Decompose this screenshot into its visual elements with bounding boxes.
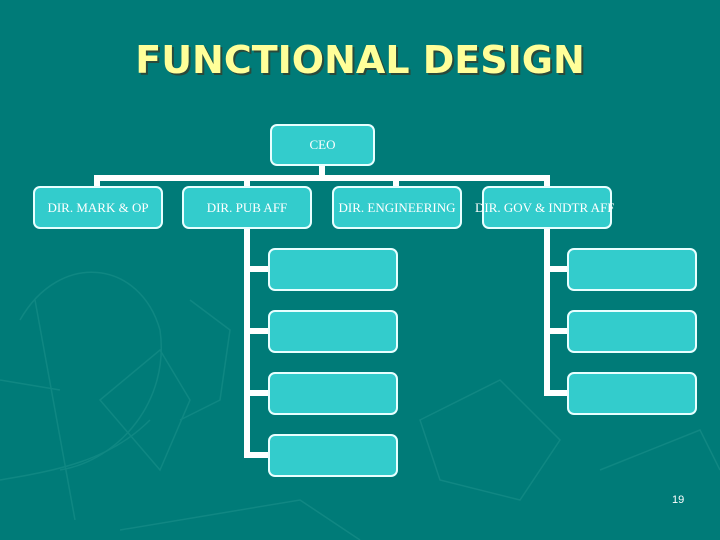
director-label: DIR. GOV & INDTR AFF — [475, 199, 615, 215]
connector-pub-aff-child-3 — [244, 390, 270, 396]
director-box-pub-aff[interactable]: DIR. PUB AFF — [182, 186, 312, 229]
connector-pub-aff-child-1 — [244, 266, 270, 272]
director-box-engineering[interactable]: DIR. ENGINEERING — [332, 186, 462, 229]
ceo-box[interactable]: CEO — [270, 124, 375, 166]
connector-horizontal — [94, 175, 550, 181]
director-box-mark-op[interactable]: DIR. MARK & OP — [33, 186, 163, 229]
gov-indtr-child-box-1[interactable] — [567, 248, 697, 291]
gov-indtr-child-box-2[interactable] — [567, 310, 697, 353]
director-label: DIR. MARK & OP — [47, 199, 149, 215]
connector-pub-aff-child-2 — [244, 328, 270, 334]
connector-pub-aff-spine — [244, 228, 250, 458]
director-label: DIR. PUB AFF — [206, 199, 288, 215]
slide-title: FUNCTIONAL DESIGN — [135, 38, 585, 82]
director-label: DIR. ENGINEERING — [338, 199, 456, 215]
pub-aff-child-box-1[interactable] — [268, 248, 398, 291]
pub-aff-child-box-3[interactable] — [268, 372, 398, 415]
page-number: 19 — [672, 494, 685, 506]
ceo-label: CEO — [309, 137, 336, 152]
pub-aff-child-box-4[interactable] — [268, 434, 398, 477]
pub-aff-child-box-2[interactable] — [268, 310, 398, 353]
connector-pub-aff-child-4 — [244, 452, 270, 458]
connector-gov-indtr-spine — [544, 228, 550, 396]
gov-indtr-child-box-3[interactable] — [567, 372, 697, 415]
director-box-gov-indtr[interactable]: DIR. GOV & INDTR AFF — [475, 186, 615, 229]
